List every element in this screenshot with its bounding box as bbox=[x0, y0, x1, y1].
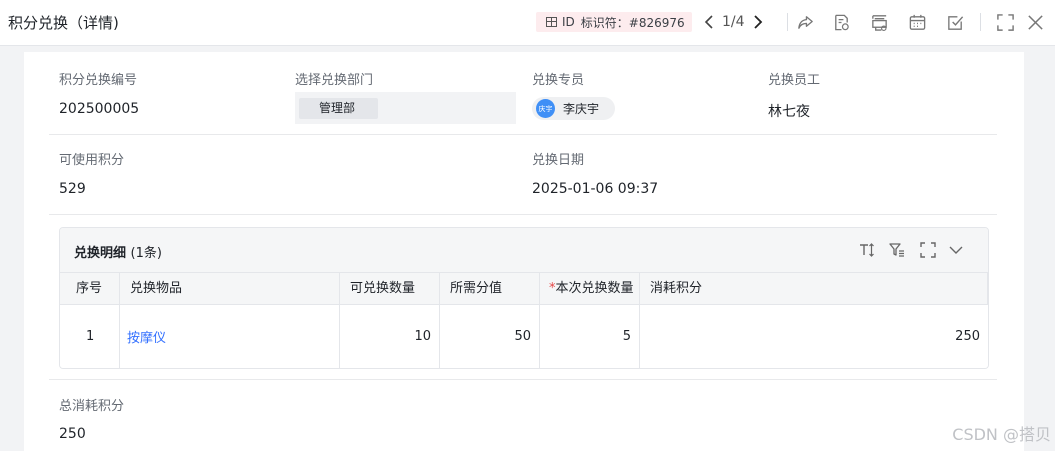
share-icon[interactable] bbox=[794, 11, 816, 33]
column-header-required: *本次兑换数量 bbox=[540, 273, 640, 304]
subtable-title: 兑换明细 (1条) bbox=[74, 242, 162, 261]
total-value: 250 bbox=[59, 426, 86, 442]
next-arrow-icon[interactable] bbox=[749, 11, 767, 33]
date-value: 2025-01-06 09:37 bbox=[532, 181, 659, 197]
column-header: 序号 bbox=[60, 273, 120, 304]
total-label: 总消耗积分 bbox=[59, 399, 125, 414]
fullscreen-icon[interactable] bbox=[994, 11, 1016, 33]
exchange-no-label: 积分兑换编号 bbox=[59, 73, 138, 88]
subtable-title-text: 兑换明细 bbox=[74, 246, 127, 261]
page-title: 积分兑换（详情) bbox=[8, 14, 119, 32]
watermark: CSDN @搭贝 bbox=[952, 425, 1051, 444]
record-id-badge: ID 标识符：#826976 bbox=[536, 12, 692, 32]
dept-label: 选择兑换部门 bbox=[295, 73, 374, 88]
avatar: 庆宇 bbox=[536, 99, 555, 118]
subtable-count: (1条) bbox=[130, 246, 162, 261]
record-id: 标识符：#826976 bbox=[580, 15, 685, 30]
id-label: ID bbox=[562, 15, 575, 29]
column-header: 本次兑换数量 bbox=[555, 281, 634, 296]
filter-icon[interactable] bbox=[887, 240, 907, 260]
table-icon bbox=[546, 17, 557, 27]
points-value: 529 bbox=[59, 181, 86, 197]
required-points: 50 bbox=[440, 305, 540, 368]
table-row: 1 按摩仪 10 50 5 250 bbox=[60, 305, 988, 368]
expand-icon[interactable] bbox=[918, 240, 938, 260]
chevron-down-icon[interactable] bbox=[946, 240, 966, 260]
date-label: 兑换日期 bbox=[532, 153, 585, 168]
available-qty: 10 bbox=[340, 305, 440, 368]
item-link[interactable]: 按摩仪 bbox=[120, 305, 340, 368]
subtable-header: 兑换明细 (1条) bbox=[60, 228, 988, 272]
employee-value: 林七夜 bbox=[768, 104, 810, 120]
column-header: 可兑换数量 bbox=[340, 273, 440, 304]
column-header: 兑换物品 bbox=[120, 273, 340, 304]
points-label: 可使用积分 bbox=[59, 153, 125, 168]
record-pager: 1/4 bbox=[700, 10, 767, 34]
pager-count: 1/4 bbox=[722, 14, 745, 30]
print-icon[interactable] bbox=[868, 11, 890, 33]
column-header: 消耗积分 bbox=[640, 273, 988, 304]
detail-card: 积分兑换编号 202500005 选择兑换部门 管理部 兑换专员 庆宇 李庆宇 … bbox=[24, 52, 1024, 451]
row-height-icon[interactable] bbox=[857, 240, 877, 260]
employee-label: 兑换员工 bbox=[768, 73, 821, 88]
dept-tag: 管理部 bbox=[299, 98, 378, 119]
divider bbox=[787, 13, 788, 31]
table-header-row: 序号 兑换物品 可兑换数量 所需分值 *本次兑换数量 消耗积分 bbox=[60, 272, 988, 305]
agent-tag[interactable]: 庆宇 李庆宇 bbox=[532, 97, 615, 120]
divider bbox=[49, 379, 997, 380]
agent-label: 兑换专员 bbox=[532, 73, 585, 88]
divider bbox=[49, 214, 997, 215]
divider bbox=[980, 13, 981, 31]
checkbox-icon[interactable] bbox=[944, 11, 966, 33]
exchange-qty: 5 bbox=[540, 305, 640, 368]
divider bbox=[49, 134, 997, 135]
audit-icon[interactable] bbox=[830, 11, 852, 33]
dept-field[interactable]: 管理部 bbox=[295, 92, 516, 124]
calendar-icon[interactable] bbox=[906, 11, 928, 33]
exchange-detail-table: 兑换明细 (1条) 序号 兑换物品 可兑换数量 所需分值 *本次兑换数量 消耗积… bbox=[59, 227, 989, 369]
prev-arrow-icon[interactable] bbox=[700, 11, 718, 33]
agent-name: 李庆宇 bbox=[563, 102, 600, 116]
exchange-no-value: 202500005 bbox=[59, 101, 140, 117]
consumed-points: 250 bbox=[955, 329, 980, 344]
detail-header: 积分兑换（详情) ID 标识符：#826976 1/4 bbox=[0, 0, 1055, 46]
close-icon[interactable] bbox=[1024, 11, 1046, 33]
column-header: 所需分值 bbox=[440, 273, 540, 304]
row-index: 1 bbox=[60, 305, 120, 368]
